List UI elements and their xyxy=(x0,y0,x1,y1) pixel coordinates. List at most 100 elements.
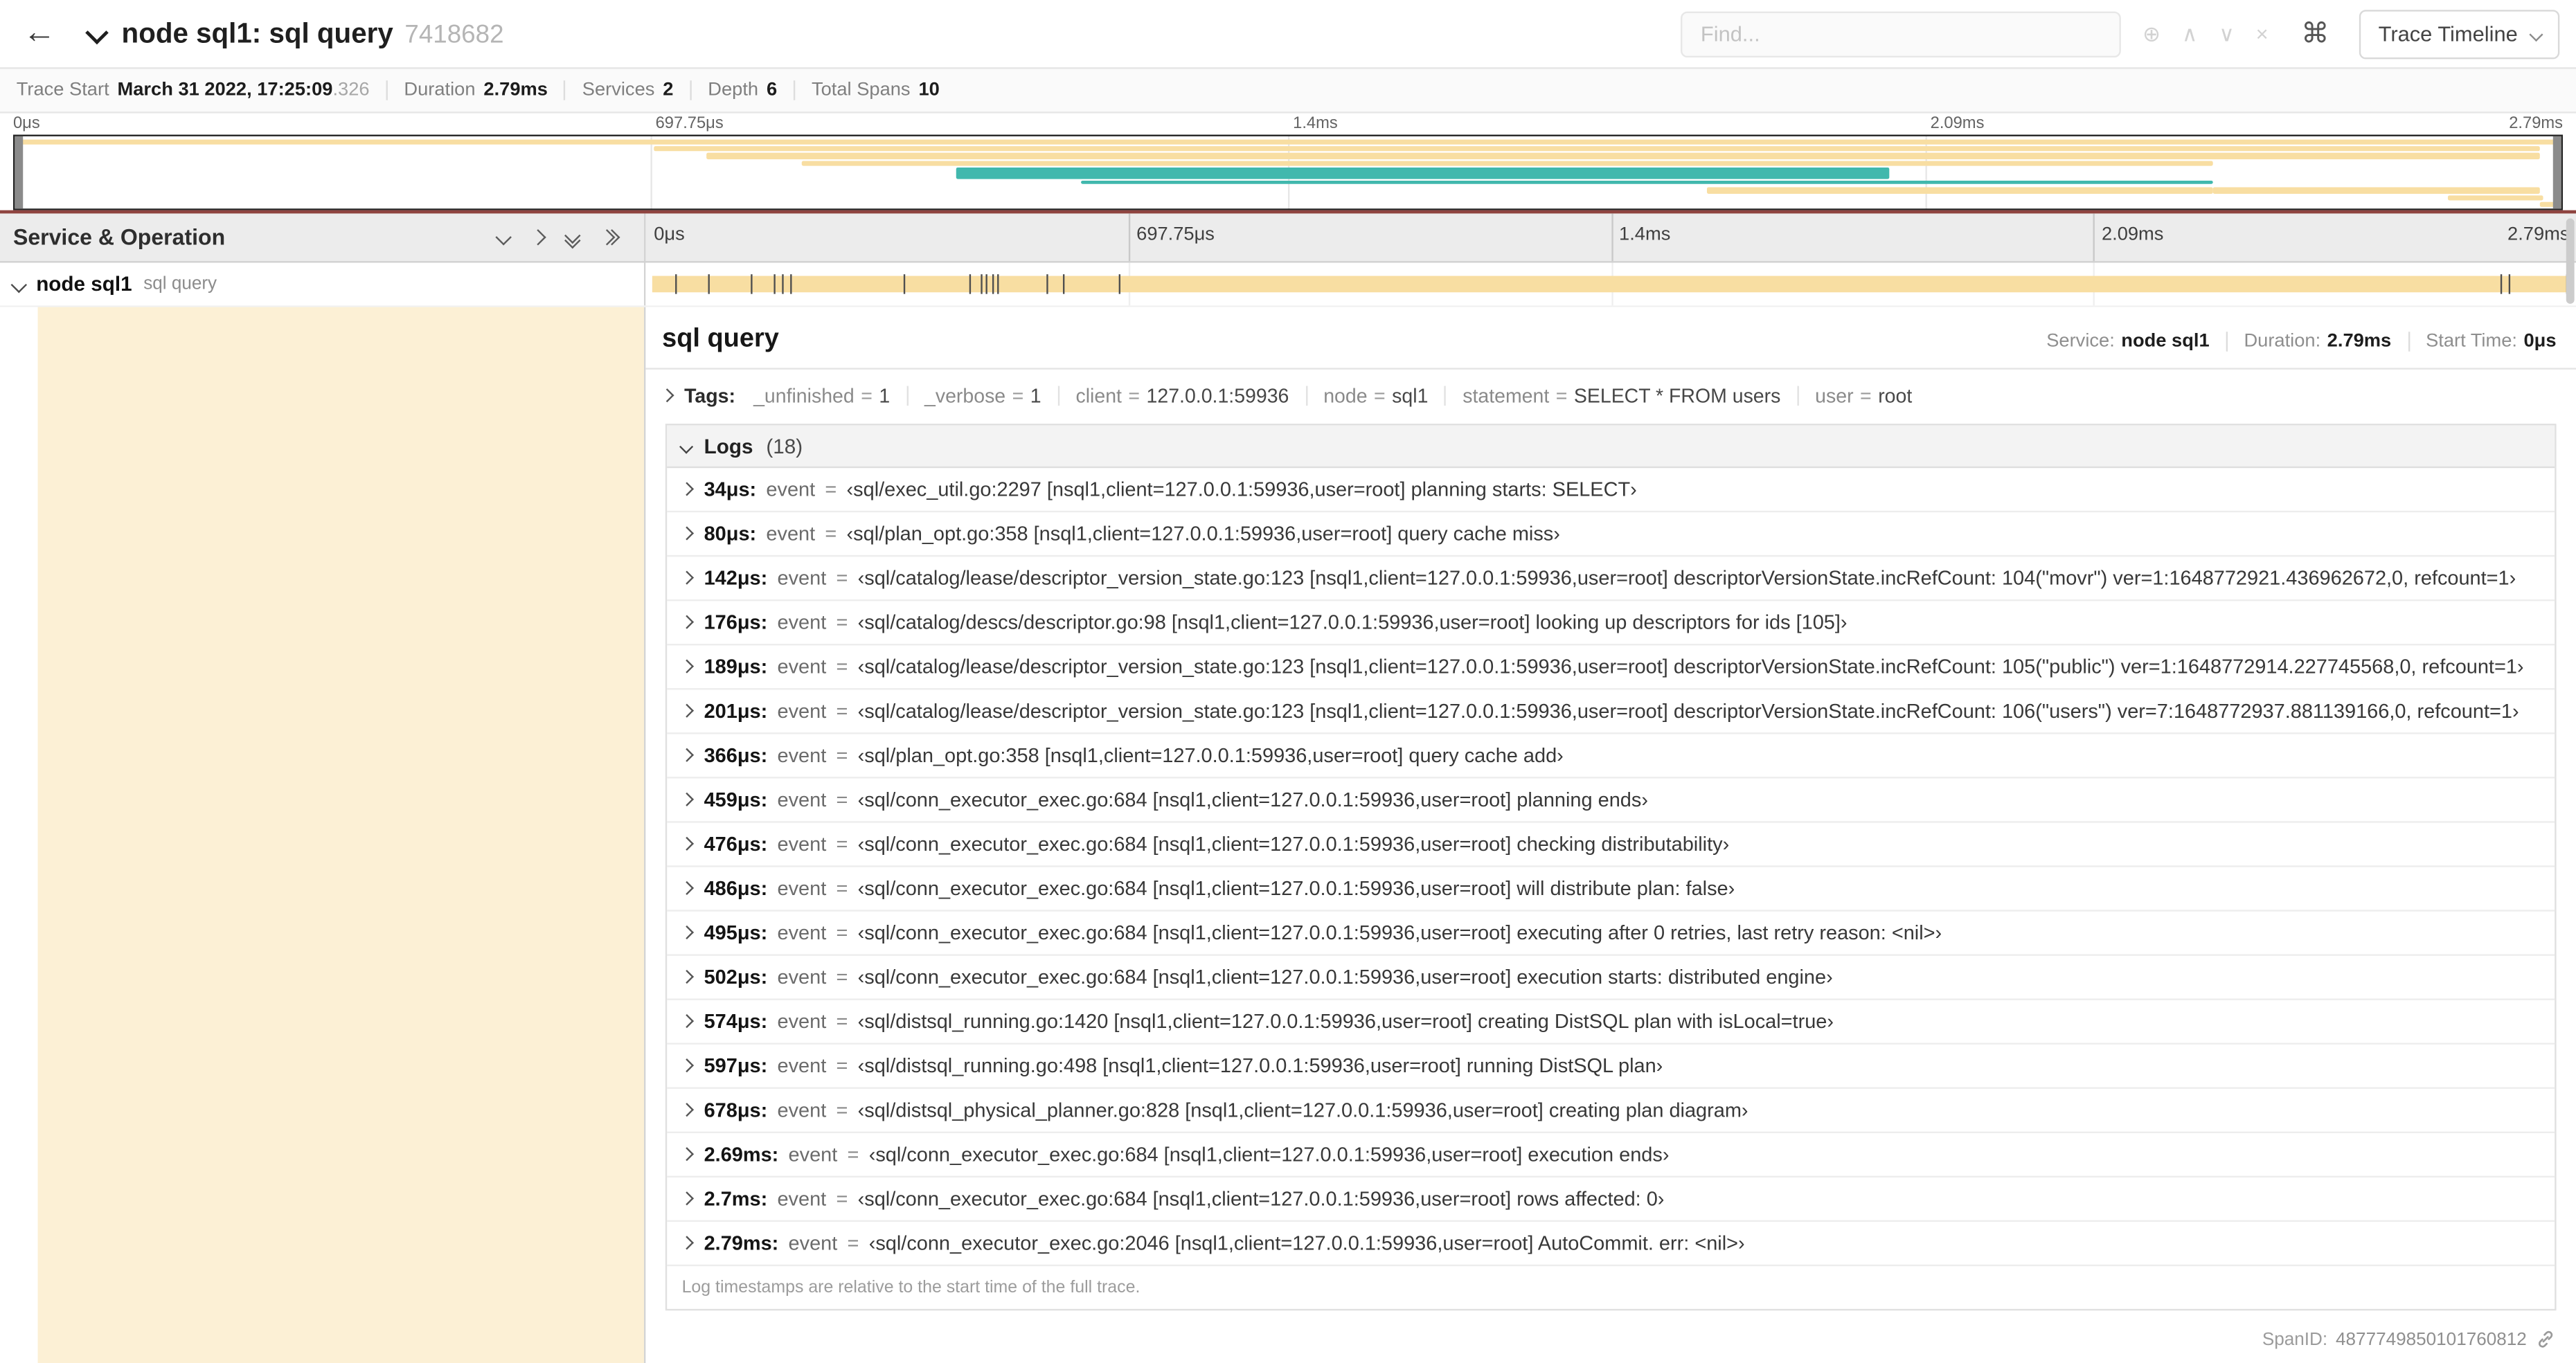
log-row[interactable]: 142μs: event = ‹sql/catalog/lease/descripto… xyxy=(667,557,2555,602)
tag-separator xyxy=(1057,386,1059,406)
logs-title: Logs xyxy=(704,434,753,458)
log-equals: = xyxy=(836,566,848,590)
log-row[interactable]: 597μs: event = ‹sql/distsql_running.go:498 … xyxy=(667,1045,2555,1089)
trace-id: 7418682 xyxy=(404,20,504,48)
span-children-chevron-icon[interactable] xyxy=(10,276,28,293)
log-field-key: event xyxy=(777,966,827,989)
log-row[interactable]: 574μs: event = ‹sql/distsql_running.go:1420… xyxy=(667,1000,2555,1045)
span-duration-bar[interactable] xyxy=(652,274,2570,294)
minimap-canvas[interactable] xyxy=(12,134,2564,210)
tag[interactable]: node = sql1 xyxy=(1323,384,1428,407)
log-marker-tick xyxy=(675,274,677,294)
log-marker-tick xyxy=(782,274,785,294)
meta-separator xyxy=(2226,332,2228,352)
find-input[interactable] xyxy=(1681,10,2122,57)
meta-label: Duration: xyxy=(2244,332,2321,352)
log-row[interactable]: 189μs: event = ‹sql/catalog/lease/descripto… xyxy=(667,645,2555,690)
expand-all-icon[interactable] xyxy=(598,229,620,246)
tag[interactable]: user = root xyxy=(1815,384,1912,407)
log-row[interactable]: 2.7ms: event = ‹sql/conn_executor_exec.go:6… xyxy=(667,1177,2555,1222)
prev-result-icon[interactable]: ∧ xyxy=(2182,23,2198,44)
summary-item: Services 2 xyxy=(582,80,674,100)
summary-item: Depth 6 xyxy=(708,80,777,100)
log-row[interactable]: 495μs: event = ‹sql/conn_executor_exec.go:6… xyxy=(667,912,2555,956)
log-row[interactable]: 176μs: event = ‹sql/catalog/descs/descripto… xyxy=(667,601,2555,646)
trace-view-dropdown[interactable]: Trace Timeline xyxy=(2359,9,2560,59)
log-row[interactable]: 80μs: event = ‹sql/plan_opt.go:358 [nsql1,c… xyxy=(667,512,2555,557)
range-handle-left[interactable] xyxy=(15,136,24,209)
span-row-track[interactable] xyxy=(645,262,2576,306)
zoom-in-icon[interactable]: ⊕ xyxy=(2143,23,2161,44)
collapse-all-icon[interactable] xyxy=(564,226,581,249)
tag[interactable]: client = 127.0.0.1:59936 xyxy=(1075,384,1289,407)
span-row[interactable]: node sql1 sql query xyxy=(0,262,2576,307)
ruler-tick-label: 1.4ms xyxy=(1619,225,1671,245)
tag-value: root xyxy=(1878,384,1913,408)
log-row[interactable]: 2.79ms: event = ‹sql/conn_executor_exec.go:… xyxy=(667,1222,2555,1267)
log-equals: = xyxy=(836,966,848,989)
log-row[interactable]: 201μs: event = ‹sql/catalog/lease/descripto… xyxy=(667,689,2555,734)
logs-header[interactable]: Logs (18) xyxy=(667,425,2555,469)
log-field-key: event xyxy=(777,1099,827,1122)
span-detail-title: sql query xyxy=(662,325,779,354)
tag-key: user xyxy=(1815,384,1854,408)
summary-item: Total Spans 10 xyxy=(812,80,940,100)
span-id-label: SpanID: xyxy=(2262,1329,2328,1349)
tag-value: 1 xyxy=(1030,384,1041,408)
log-field-key: event xyxy=(777,832,827,856)
log-row[interactable]: 2.69ms: event = ‹sql/conn_executor_exec.go:… xyxy=(667,1133,2555,1178)
tag[interactable]: _verbose = 1 xyxy=(924,384,1041,407)
log-field-key: event xyxy=(777,566,827,590)
log-field-key: event xyxy=(777,743,827,767)
next-result-icon[interactable]: ∨ xyxy=(2219,23,2235,44)
log-row[interactable]: 486μs: event = ‹sql/conn_executor_exec.go:6… xyxy=(667,867,2555,912)
minimap-tick-label: 1.4ms xyxy=(1293,115,1338,134)
span-row-name-cell[interactable]: node sql1 sql query xyxy=(0,262,646,306)
log-field-value: ‹sql/conn_executor_exec.go:684 [nsql1,cl… xyxy=(857,876,1735,901)
log-equals: = xyxy=(836,876,848,901)
logs-collapse-icon[interactable] xyxy=(679,439,693,453)
log-timestamp: 502μs: xyxy=(704,966,768,989)
log-field-key: event xyxy=(777,699,827,723)
keyboard-shortcuts-button[interactable]: ⌘ xyxy=(2295,17,2336,50)
log-timestamp: 189μs: xyxy=(704,655,768,678)
log-timestamp: 459μs: xyxy=(704,788,768,811)
trace-name: node sql1: sql query xyxy=(121,17,393,48)
scrollbar-thumb[interactable] xyxy=(2566,218,2575,304)
tag-separator xyxy=(1305,386,1307,406)
log-row[interactable]: 678μs: event = ‹sql/distsql_physical_planne… xyxy=(667,1089,2555,1133)
span-operation-name: sql query xyxy=(143,274,217,294)
summary-label: Total Spans xyxy=(811,80,911,100)
log-row[interactable]: 34μs: event = ‹sql/exec_util.go:2297 [nsql1… xyxy=(667,468,2555,513)
collapse-title-chevron-icon[interactable] xyxy=(85,21,109,45)
log-equals: = xyxy=(836,655,848,678)
clear-find-icon[interactable]: × xyxy=(2256,23,2269,44)
summary-label: Duration xyxy=(404,80,476,100)
span-detail-panel: sql query Service: node sql1 Duration: 2.79… xyxy=(645,307,2576,1363)
summary-value: 10 xyxy=(918,80,940,100)
log-row[interactable]: 366μs: event = ‹sql/plan_opt.go:358 [nsql1,… xyxy=(667,734,2555,779)
log-field-key: event xyxy=(777,611,827,634)
log-marker-tick xyxy=(968,274,971,294)
summary-value: 2.79ms xyxy=(483,80,548,100)
tag[interactable]: _unfinished = 1 xyxy=(753,384,890,407)
log-expand-icon xyxy=(679,482,693,496)
log-marker-tick xyxy=(991,274,994,294)
collapse-one-icon[interactable] xyxy=(495,229,512,246)
expand-one-icon[interactable] xyxy=(530,229,546,246)
range-handle-right[interactable] xyxy=(2552,136,2561,209)
summary-value: March 31 2022, 17:25:09 xyxy=(117,80,333,100)
back-button[interactable]: ← xyxy=(13,8,66,60)
log-expand-icon xyxy=(679,838,693,851)
log-field-key: event xyxy=(777,1187,827,1211)
span-tags-row[interactable]: Tags: _unfinished = 1 _verbose = 1 client = 127.… xyxy=(645,370,2576,421)
log-row[interactable]: 502μs: event = ‹sql/conn_executor_exec.go:6… xyxy=(667,956,2555,1000)
log-row[interactable]: 459μs: event = ‹sql/conn_executor_exec.go:6… xyxy=(667,779,2555,823)
tags-expand-icon[interactable] xyxy=(660,389,673,402)
deep-link-icon[interactable] xyxy=(2535,1328,2557,1350)
logs-count: (18) xyxy=(766,434,803,458)
log-timestamp: 2.7ms: xyxy=(704,1187,768,1211)
minimap-range-selector[interactable] xyxy=(12,134,2564,210)
tag[interactable]: statement = SELECT * FROM users xyxy=(1463,384,1780,407)
log-row[interactable]: 476μs: event = ‹sql/conn_executor_exec.go:6… xyxy=(667,823,2555,867)
